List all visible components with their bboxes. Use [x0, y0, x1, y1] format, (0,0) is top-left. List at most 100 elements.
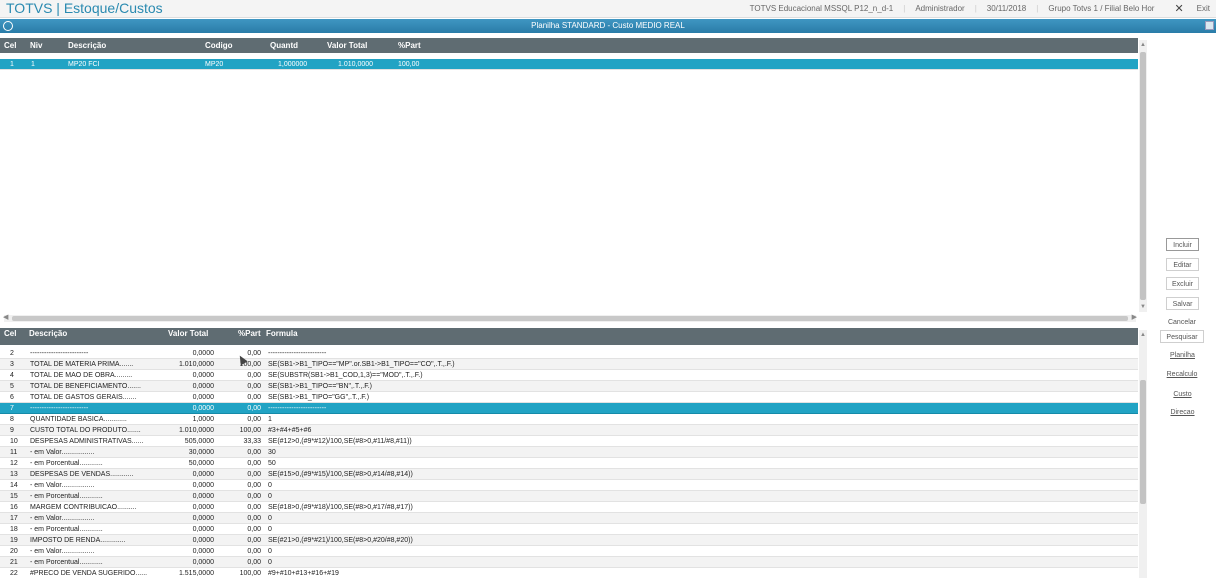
- exit-button[interactable]: ✕ Exit: [1164, 2, 1210, 15]
- scroll-thumb[interactable]: [1140, 52, 1146, 300]
- cell-formula: SE(#18>0,(#9*#18)/100,SE(#8>0,#17/#8,#17…: [268, 504, 413, 511]
- cell-descricao: TOTAL DE BENEFICIAMENTO.......: [30, 383, 141, 390]
- table-row[interactable]: 8 QUANTIDADE BASICA............ 1,0000 0,00…: [0, 414, 1138, 425]
- cell-cel: 13: [10, 471, 18, 478]
- col-header-formula[interactable]: Formula: [266, 328, 298, 339]
- col-header-descricao[interactable]: Descrição: [29, 328, 67, 339]
- cell-valor-total: 0,0000: [192, 471, 214, 478]
- scroll-up-icon[interactable]: ▲: [1139, 332, 1147, 338]
- close-icon: ✕: [1174, 3, 1184, 15]
- cell-cel: 1: [10, 61, 14, 68]
- table-row[interactable]: 21 - em Porcentual............ 0,0000 0,00…: [0, 557, 1138, 568]
- structure-grid-vscroll[interactable]: ▲ ▼: [1139, 40, 1147, 312]
- table-row[interactable]: 6 TOTAL DE GASTOS GERAIS....... 0,0000 0,00…: [0, 392, 1138, 403]
- branch-label[interactable]: Grupo Totvs 1 / Filial Belo Hor: [1048, 4, 1154, 13]
- table-row[interactable]: 19 IMPOSTO DE RENDA............. 0,0000 0,0…: [0, 535, 1138, 546]
- table-row[interactable]: 4 TOTAL DE MAO DE OBRA......... 0,0000 0,00…: [0, 370, 1138, 381]
- cell-valor-total: 0,0000: [192, 548, 214, 555]
- scroll-thumb[interactable]: [1140, 380, 1146, 504]
- cancelar-button[interactable]: Cancelar: [1164, 316, 1200, 329]
- structure-grid-hscroll[interactable]: ◀ ▶: [3, 313, 1137, 322]
- col-header-descricao[interactable]: Descrição: [68, 38, 106, 53]
- cell-descricao: MP20 FCI: [68, 61, 100, 68]
- separator: |: [1036, 4, 1039, 13]
- excluir-button[interactable]: Excluir: [1166, 277, 1199, 290]
- table-row[interactable]: 3 TOTAL DE MATERIA PRIMA....... 1.010,0000…: [0, 359, 1138, 370]
- cell-part: 0,00: [247, 372, 261, 379]
- spreadsheet-grid-header: Cel Descrição Valor Total %Part Formula: [0, 328, 1138, 345]
- planilha-button[interactable]: Planilha: [1166, 349, 1199, 362]
- cell-formula: -------------------------: [268, 405, 327, 412]
- exit-label: Exit: [1196, 4, 1210, 13]
- cell-valor-total: 505,0000: [184, 438, 214, 445]
- table-row[interactable]: 7 ------------------------- 0,0000 0,00 ----…: [0, 403, 1138, 414]
- table-row[interactable]: 20 - em Valor................. 0,0000 0,00…: [0, 546, 1138, 557]
- col-header-codigo[interactable]: Codigo: [205, 38, 233, 53]
- col-header-cel[interactable]: Cel: [4, 328, 16, 339]
- cell-cel: 20: [10, 548, 18, 555]
- cell-cel: 10: [10, 438, 18, 445]
- spreadsheet-grid-vscroll[interactable]: ▲: [1139, 330, 1147, 578]
- environment-label[interactable]: TOTVS Educacional MSSQL P12_n_d-1: [750, 4, 894, 13]
- table-row[interactable]: 1 1 MP20 FCI MP20 1,000000 1.010,0000 10…: [0, 59, 1138, 70]
- cell-formula: SE(#15>0,(#9*#15)/100,SE(#8>0,#14/#8,#14…: [268, 471, 413, 478]
- table-row[interactable]: 9 CUSTO TOTAL DO PRODUTO....... 1.010,0000…: [0, 425, 1138, 436]
- col-header-part[interactable]: %Part: [238, 328, 261, 339]
- col-header-part[interactable]: %Part: [398, 38, 421, 53]
- cell-formula: SE(#21>0,(#9*#21)/100,SE(#8>0,#20/#8,#20…: [268, 537, 413, 544]
- table-row[interactable]: 13 DESPESAS DE VENDAS............ 0,0000 0,…: [0, 469, 1138, 480]
- direcao-button[interactable]: Direcao: [1166, 406, 1199, 419]
- cell-cel: 7: [10, 405, 14, 412]
- cell-descricao: -------------------------: [30, 405, 89, 412]
- editar-button[interactable]: Editar: [1166, 258, 1199, 271]
- table-row[interactable]: 17 - em Valor................. 0,0000 0,00…: [0, 513, 1138, 524]
- scroll-right-icon[interactable]: ▶: [1132, 313, 1137, 321]
- salvar-button[interactable]: Salvar: [1166, 297, 1199, 310]
- recalculo-button[interactable]: Recalculo: [1163, 368, 1201, 381]
- incluir-button[interactable]: Incluir: [1166, 238, 1199, 251]
- cell-descricao: DESPESAS ADMINISTRATIVAS......: [30, 438, 144, 445]
- separator: |: [903, 4, 906, 13]
- cell-cel: 11: [10, 449, 18, 456]
- table-row[interactable]: 11 - em Valor................. 30,0000 0,0…: [0, 447, 1138, 458]
- table-row[interactable]: 18 - em Porcentual............ 0,0000 0,00…: [0, 524, 1138, 535]
- scroll-up-icon[interactable]: ▲: [1139, 42, 1147, 48]
- table-row[interactable]: 16 MARGEM CONTRIBUICAO.......... 0,0000 0,0…: [0, 502, 1138, 513]
- hscroll-thumb[interactable]: [12, 316, 1128, 321]
- table-row[interactable]: 2 ------------------------- 0,0000 0,00 ----…: [0, 348, 1138, 359]
- cell-valor-total: 50,0000: [188, 460, 214, 467]
- cell-formula: #3+#4+#5+#6: [268, 427, 312, 434]
- date-label[interactable]: 30/11/2018: [987, 4, 1026, 13]
- header-info: TOTVS Educacional MSSQL P12_n_d-1 | Admi…: [740, 0, 1210, 17]
- cell-part: 0,00: [247, 515, 261, 522]
- structure-grid: Cel Niv Descrição Codigo Quantd Valor To…: [0, 38, 1138, 313]
- col-header-valor-total[interactable]: Valor Total: [327, 38, 367, 53]
- cell-formula: SE(SB1->B1_TIPO="GG",.T.,.F.): [268, 394, 370, 401]
- cell-cel: 3: [10, 361, 14, 368]
- col-header-cel[interactable]: Cel: [4, 38, 16, 53]
- cell-descricao: - em Porcentual............: [30, 460, 103, 467]
- cell-cel: 8: [10, 416, 14, 423]
- scroll-left-icon[interactable]: ◀: [3, 313, 8, 321]
- cell-part: 100,00: [239, 570, 261, 577]
- user-label[interactable]: Administrador: [915, 4, 964, 13]
- table-row[interactable]: 12 - em Porcentual............ 50,0000 0,0…: [0, 458, 1138, 469]
- cell-descricao: MARGEM CONTRIBUICAO..........: [30, 504, 137, 511]
- window-title: Planilha STANDARD - Custo MEDIO REAL: [531, 21, 685, 30]
- col-header-valor-total[interactable]: Valor Total: [168, 328, 208, 339]
- col-header-quantd[interactable]: Quantd: [270, 38, 298, 53]
- cell-valor-total: 0,0000: [192, 559, 214, 566]
- cell-valor-total: 1.010,0000: [178, 427, 214, 434]
- cell-cel: 4: [10, 372, 14, 379]
- pesquisar-button[interactable]: Pesquisar: [1160, 330, 1204, 343]
- table-row[interactable]: 5 TOTAL DE BENEFICIAMENTO....... 0,0000 0,0…: [0, 381, 1138, 392]
- col-header-niv[interactable]: Niv: [30, 38, 42, 53]
- table-row[interactable]: 22 #PRECO DE VENDA SUGERIDO...... 1.515,00…: [0, 568, 1138, 578]
- cell-descricao: TOTAL DE GASTOS GERAIS.......: [30, 394, 137, 401]
- table-row[interactable]: 10 DESPESAS ADMINISTRATIVAS...... 505,0000…: [0, 436, 1138, 447]
- window-close-button[interactable]: [1205, 21, 1214, 30]
- table-row[interactable]: 14 - em Valor................. 0,0000 0,00…: [0, 480, 1138, 491]
- table-row[interactable]: 15 - em Porcentual............ 0,0000 0,00…: [0, 491, 1138, 502]
- scroll-down-icon[interactable]: ▼: [1139, 304, 1147, 310]
- custo-button[interactable]: Custo: [1166, 388, 1199, 401]
